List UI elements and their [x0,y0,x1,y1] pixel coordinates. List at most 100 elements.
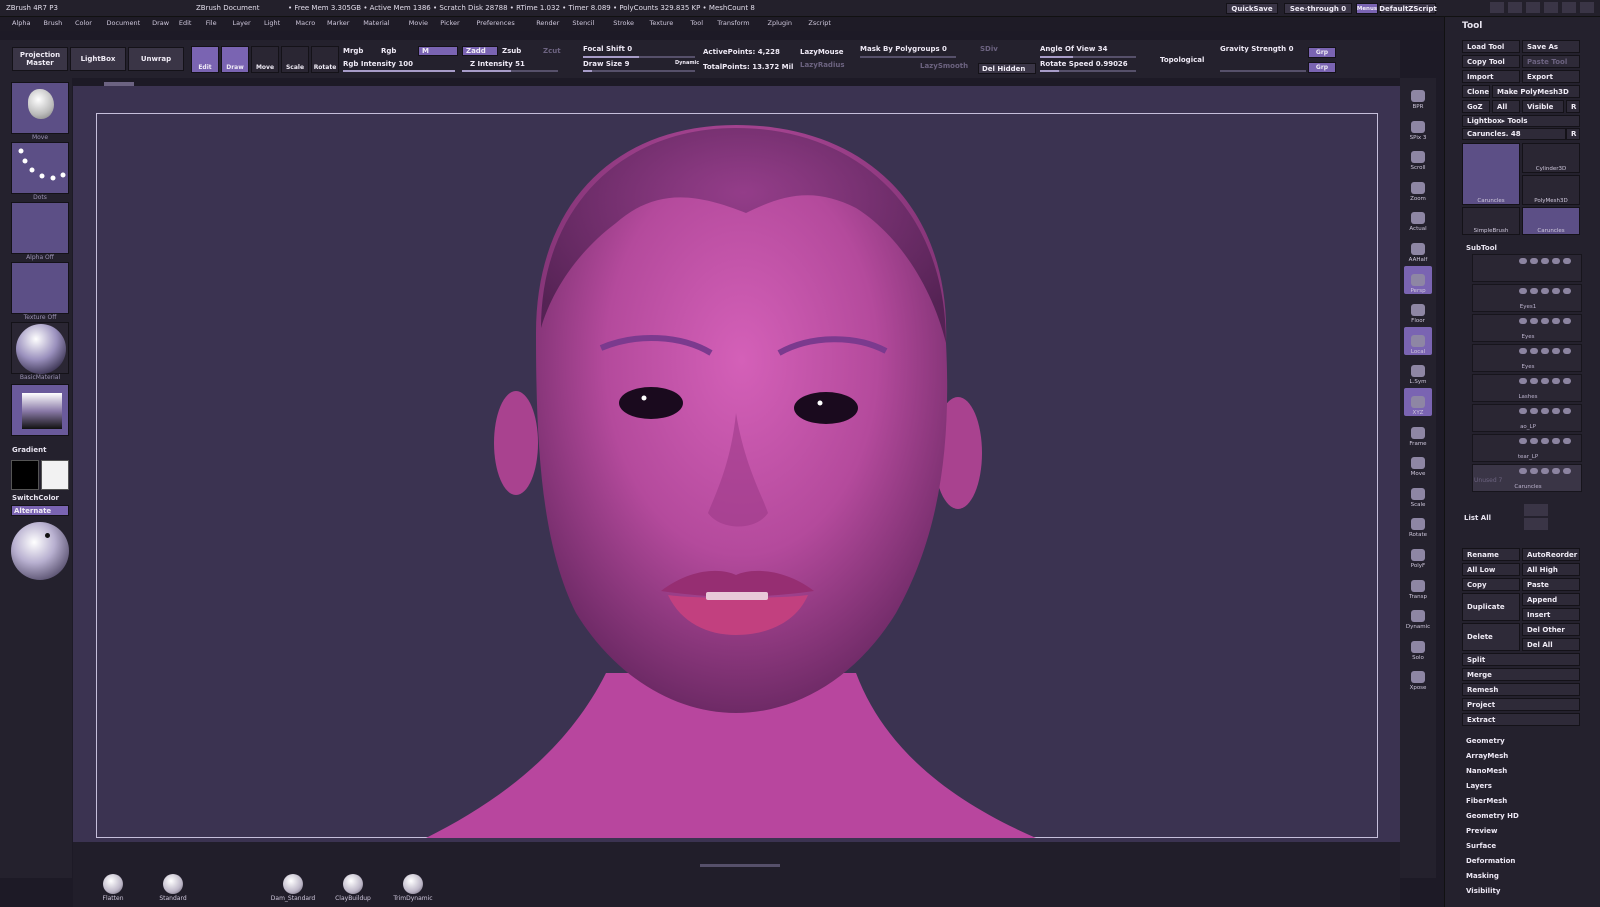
shelf-floor-button[interactable]: Floor [1404,296,1432,324]
unwrap-button[interactable]: Unwrap [128,47,184,71]
grp-button-2[interactable]: Grp [1308,62,1336,73]
list-all-button[interactable]: List All [1464,514,1491,522]
current-tool-slider[interactable]: Caruncles. 48 [1462,128,1566,140]
goz-all-button[interactable]: All [1492,100,1520,113]
shelf-xpose-button[interactable]: Xpose [1404,663,1432,691]
shelf-scale-button[interactable]: Scale [1404,480,1432,508]
del-other-button[interactable]: Del Other [1522,623,1580,636]
move-mode-button[interactable]: Move [251,46,279,73]
del-hidden-button[interactable]: Del Hidden [978,63,1036,74]
color-picker-sphere[interactable] [11,522,69,580]
shelf-move-button[interactable]: Move [1404,449,1432,477]
insert-button[interactable]: Insert [1522,608,1580,621]
topological-button[interactable]: Topological [1160,56,1204,64]
menu-marker[interactable]: Marker [327,19,349,27]
shelf-frame-button[interactable]: Frame [1404,419,1432,447]
goz-button[interactable]: GoZ [1462,100,1490,113]
delete-button[interactable]: Delete [1462,623,1520,651]
alpha-thumbnail[interactable] [11,202,69,254]
shelf-bpr-button[interactable]: BPR [1404,82,1432,110]
menu-movie[interactable]: Movie [409,19,428,27]
subtool-controls[interactable] [1519,348,1577,354]
rgb-button[interactable]: Rgb [381,47,396,55]
menu-texture[interactable]: Texture [650,19,674,27]
minimize-icon[interactable] [1544,2,1558,13]
section-arraymesh[interactable]: ArrayMesh [1466,752,1508,760]
all-low-button[interactable]: All Low [1462,563,1520,576]
menu-tool[interactable]: Tool [690,19,703,27]
section-preview[interactable]: Preview [1466,827,1498,835]
shelf-local-button[interactable]: Local [1404,326,1432,355]
goz-r-button[interactable]: R [1566,100,1580,113]
shelf-l-sym-button[interactable]: L.Sym [1404,357,1432,385]
zsub-button[interactable]: Zsub [502,47,521,55]
mask-polygroups-track[interactable] [860,56,956,58]
z-intensity-track[interactable] [462,70,558,72]
rename-button[interactable]: Rename [1462,548,1520,561]
tool-thumb-caruncles[interactable]: Caruncles [1462,143,1520,205]
shelf-dynamic-button[interactable]: Dynamic [1404,602,1432,630]
shelf-transp-button[interactable]: Transp [1404,572,1432,600]
section-surface[interactable]: Surface [1466,842,1496,850]
subtool-row[interactable]: Eyes1 [1472,284,1582,312]
shelf-solo-button[interactable]: Solo [1404,633,1432,661]
tool-thumb-polymesh3d[interactable]: PolyMesh3D [1522,175,1580,205]
bottom-collapse-handle[interactable] [700,864,780,867]
dam_standard-brush-icon[interactable] [283,874,303,894]
tool-thumb-caruncles[interactable]: Caruncles [1522,207,1580,235]
del-all-button[interactable]: Del All [1522,638,1580,651]
section-nanomesh[interactable]: NanoMesh [1466,767,1507,775]
draw-size-slider[interactable]: Draw Size 9 [583,60,629,68]
draw-size-track[interactable] [583,70,695,72]
trimdynamic-brush-icon[interactable] [403,874,423,894]
subtool-row[interactable]: ao_LP [1472,404,1582,432]
scale-mode-button[interactable]: Scale [281,46,309,73]
window-icon[interactable] [1490,2,1504,13]
subtool-controls[interactable] [1519,378,1577,384]
menu-stencil[interactable]: Stencil [572,19,594,27]
save-as-button[interactable]: Save As [1522,40,1580,53]
goz-visible-button[interactable]: Visible [1522,100,1564,113]
move-down-icon[interactable] [1524,518,1548,530]
sculpt-viewport[interactable] [96,113,1378,838]
subtool-row[interactable]: tear_LP [1472,434,1582,462]
duplicate-button[interactable]: Duplicate [1462,593,1520,621]
lightbox-button[interactable]: LightBox [70,47,126,71]
subtool-controls[interactable] [1519,258,1577,264]
edit-mode-button[interactable]: Edit [191,46,219,73]
all-high-button[interactable]: All High [1522,563,1580,576]
menu-picker[interactable]: Picker [440,19,459,27]
draw-mode-button[interactable]: Draw [221,46,249,73]
menu-document[interactable]: Document [107,19,141,27]
menu-macro[interactable]: Macro [296,19,316,27]
dynamic-toggle[interactable]: Dynamic [675,60,699,66]
shelf-persp-button[interactable]: Persp [1404,265,1432,294]
subtool-controls[interactable] [1519,438,1577,444]
main-color-swatch[interactable] [11,460,39,490]
gradient-swatch[interactable] [11,384,69,436]
subtool-controls[interactable] [1519,408,1577,414]
menu-stroke[interactable]: Stroke [613,19,634,27]
focal-shift-slider[interactable]: Focal Shift 0 [583,45,632,53]
subtool-controls[interactable] [1519,288,1577,294]
menu-file[interactable]: File [206,19,217,27]
see-through-slider[interactable]: See-through 0 [1284,3,1352,14]
menu-brush[interactable]: Brush [44,19,63,27]
shelf-spix-3-button[interactable]: SPix 3 [1404,113,1432,141]
z-intensity-slider[interactable]: Z Intensity 51 [470,60,525,68]
section-fibermesh[interactable]: FiberMesh [1466,797,1507,805]
menu-preferences[interactable]: Preferences [477,19,515,27]
project-button[interactable]: Project [1462,698,1580,711]
remesh-button[interactable]: Remesh [1462,683,1580,696]
rotate-mode-button[interactable]: Rotate [311,46,339,73]
section-masking[interactable]: Masking [1466,872,1499,880]
zcut-button[interactable]: Zcut [543,47,561,55]
mrgb-button[interactable]: Mrgb [343,47,363,55]
switch-color-button[interactable]: SwitchColor [12,494,59,502]
zadd-button[interactable]: Zadd [462,46,498,56]
menu-light[interactable]: Light [264,19,280,27]
close-icon[interactable] [1580,2,1594,13]
menu-draw[interactable]: Draw [152,19,169,27]
paste-button[interactable]: Paste [1522,578,1580,591]
load-tool-button[interactable]: Load Tool [1462,40,1520,53]
